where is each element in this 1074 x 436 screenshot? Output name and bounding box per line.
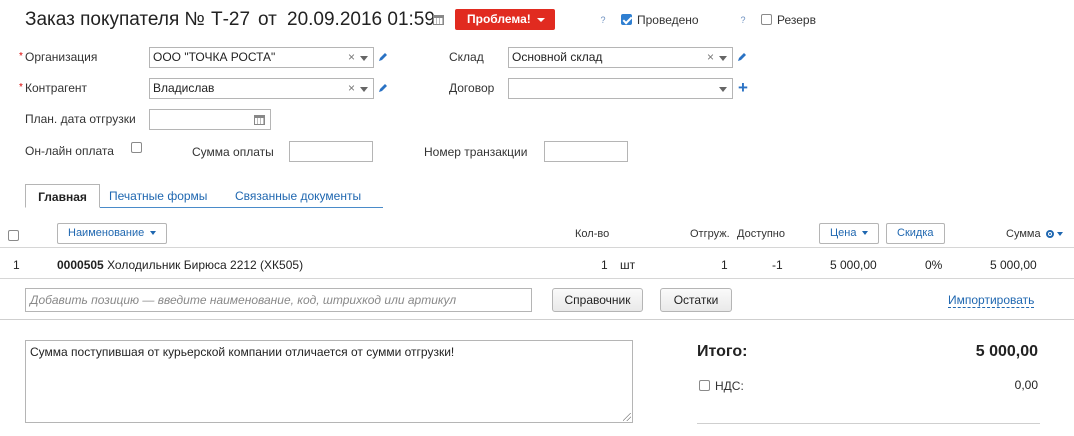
reserve-label: Резерв [777, 13, 816, 27]
counterparty-label: Контрагент [25, 81, 88, 95]
column-discount-label: Скидка [897, 227, 934, 239]
clear-icon[interactable]: × [348, 48, 355, 67]
chevron-down-icon [537, 18, 545, 22]
chevron-down-icon[interactable] [719, 56, 727, 61]
document-date[interactable]: 20.09.2016 01:59 [287, 9, 435, 31]
online-payment-checkbox[interactable] [131, 142, 142, 153]
discount-column-button[interactable]: Скидка [886, 223, 945, 244]
directory-button[interactable]: Справочник [552, 288, 643, 312]
item-sum: 5 000,00 [990, 258, 1037, 272]
select-all-checkbox[interactable] [8, 230, 19, 241]
tab-related-documents[interactable]: Связанные документы [235, 184, 361, 208]
column-qty-header: Кол-во [575, 228, 610, 240]
clear-icon[interactable]: × [348, 79, 355, 98]
ship-date-label: План. дата отгрузки [25, 112, 136, 126]
comment-text: Сумма поступившая от курьерской компании… [30, 345, 455, 359]
total-value: 5 000,00 [975, 343, 1038, 360]
resize-handle-icon[interactable] [623, 413, 631, 421]
gear-icon[interactable] [1045, 229, 1055, 239]
item-available: -1 [772, 258, 783, 272]
item-shipped: 1 [721, 258, 728, 272]
import-link[interactable]: Импортировать [948, 293, 1035, 308]
transaction-number-input[interactable] [544, 141, 628, 162]
reserve-checkbox[interactable] [761, 14, 772, 25]
item-qty[interactable]: 1 [601, 258, 608, 272]
row-index: 1 [13, 258, 20, 272]
section-divider [0, 319, 1074, 320]
conducted-label: Проведено [637, 13, 699, 27]
chevron-down-icon[interactable] [1057, 232, 1063, 236]
help-icon[interactable]: ? [737, 14, 749, 26]
organization-value: ООО "ТОЧКА РОСТА" [153, 50, 276, 64]
warehouse-label: Склад [449, 50, 484, 64]
ship-date-input[interactable] [149, 109, 271, 130]
chevron-down-icon[interactable] [360, 87, 368, 92]
table-row[interactable]: 1 0000505 Холодильник Бирюса 2212 (ХК505… [0, 249, 1074, 278]
online-payment-label: Он-лайн оплата [25, 144, 114, 158]
contract-select[interactable] [508, 78, 733, 99]
row-divider [0, 278, 1074, 279]
payment-sum-input[interactable] [289, 141, 373, 162]
page-title: Заказ покупателя № [25, 9, 205, 30]
counterparty-value: Владислав [153, 81, 215, 95]
warehouse-value: Основной склад [512, 50, 603, 64]
warehouse-select[interactable]: Основной склад × [508, 47, 733, 68]
clear-icon[interactable]: × [707, 48, 714, 67]
item-title: Холодильник Бирюса 2212 (ХК505) [107, 258, 304, 272]
chevron-down-icon[interactable] [360, 56, 368, 61]
status-label: Проблема! [467, 12, 531, 26]
column-name-label: Наименование [68, 227, 145, 239]
organization-label: Организация [25, 50, 98, 64]
column-available-header: Доступно [737, 228, 786, 240]
add-position-input[interactable]: Добавить позицию — введите наименование,… [25, 288, 532, 312]
item-code: 0000505 [57, 258, 104, 272]
chevron-down-icon[interactable] [719, 87, 727, 92]
conducted-checkbox[interactable] [621, 14, 632, 25]
vat-label: НДС: [715, 379, 744, 393]
sort-by-price-button[interactable]: Цена [819, 223, 880, 244]
document-number[interactable]: Т-27 [211, 9, 250, 31]
help-icon[interactable]: ? [597, 14, 609, 26]
chevron-down-icon [862, 231, 869, 236]
item-price[interactable]: 5 000,00 [830, 258, 877, 272]
date-from-label: от [258, 9, 277, 30]
column-price-label: Цена [830, 227, 857, 239]
transaction-number-label: Номер транзакции [424, 145, 528, 159]
vat-checkbox[interactable] [699, 380, 710, 391]
calendar-icon[interactable] [254, 115, 265, 125]
required-mark: * [19, 82, 23, 93]
edit-icon[interactable] [378, 52, 388, 62]
counterparty-select[interactable]: Владислав × [149, 78, 374, 99]
chevron-down-icon [150, 231, 157, 236]
add-icon[interactable]: + [738, 79, 748, 96]
edit-icon[interactable] [378, 83, 388, 93]
tab-print-forms[interactable]: Печатные формы [109, 184, 207, 208]
calendar-icon[interactable] [433, 15, 444, 25]
vat-value: 0,00 [1014, 378, 1038, 392]
item-unit: шт [620, 258, 636, 272]
item-name[interactable]: 0000505 Холодильник Бирюса 2212 (ХК505) [57, 258, 303, 272]
stock-button[interactable]: Остатки [660, 288, 732, 312]
organization-select[interactable]: ООО "ТОЧКА РОСТА" × [149, 47, 374, 68]
totals-divider [697, 423, 1040, 424]
total-label: Итого: [697, 343, 748, 360]
edit-icon[interactable] [737, 52, 747, 62]
column-shipped-header: Отгруж. [690, 228, 730, 240]
comment-textarea[interactable]: Сумма поступившая от курьерской компании… [25, 340, 633, 423]
status-dropdown-button[interactable]: Проблема! [455, 9, 555, 30]
contract-label: Договор [449, 81, 495, 95]
item-discount[interactable]: 0% [925, 258, 942, 272]
tab-main[interactable]: Главная [25, 184, 100, 208]
column-sum-header: Сумма [1006, 228, 1041, 240]
sort-by-name-button[interactable]: Наименование [57, 223, 168, 244]
payment-sum-label: Сумма оплаты [192, 145, 274, 159]
required-mark: * [19, 51, 23, 62]
